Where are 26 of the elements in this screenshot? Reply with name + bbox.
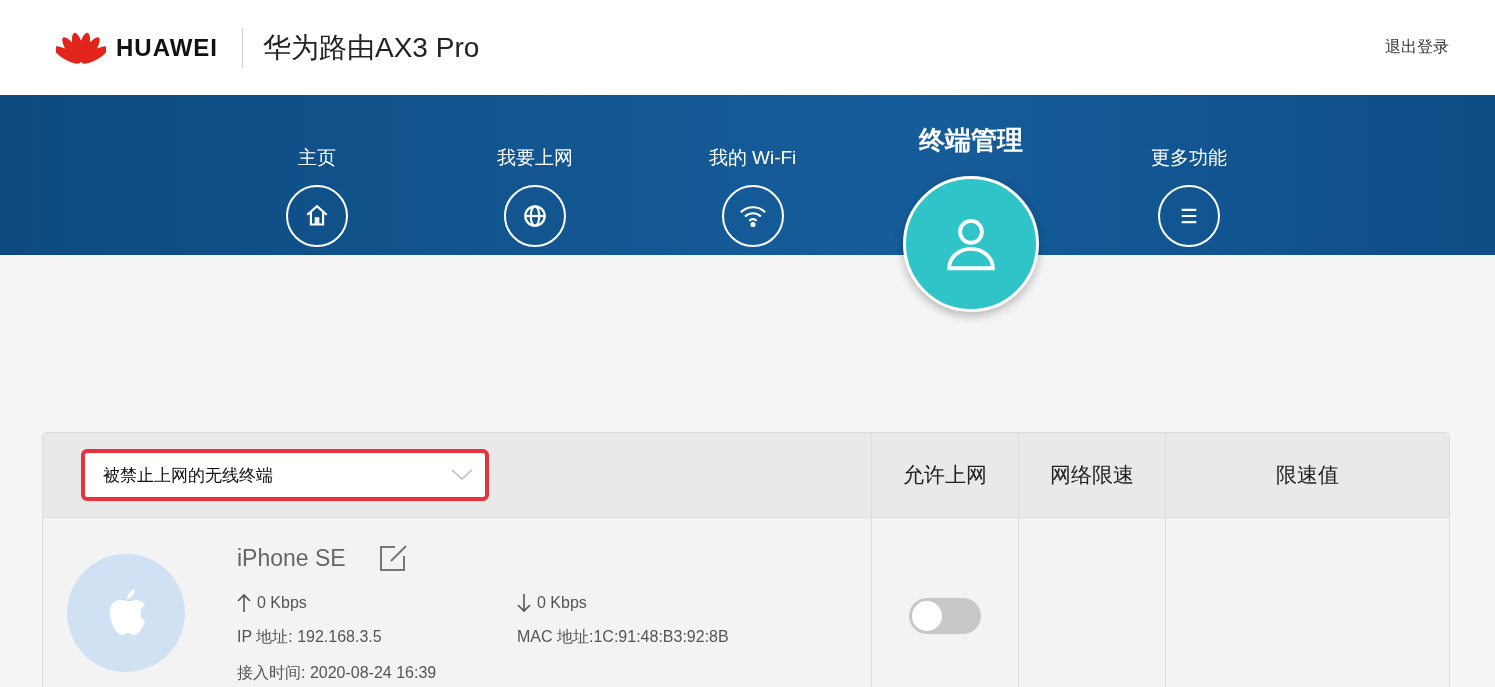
nav-tab[interactable]: 主页 bbox=[297, 145, 336, 171]
connect-time: 接入时间: 2020-08-24 16:39 bbox=[237, 662, 438, 683]
column-header: 网络限速 bbox=[1018, 433, 1165, 518]
down-arrow-icon bbox=[517, 592, 531, 613]
logout-link[interactable]: 退出登录 bbox=[1385, 37, 1449, 58]
nav-tab[interactable]: 终端管理 bbox=[918, 123, 1023, 158]
device-name: iPhone SE bbox=[237, 544, 346, 572]
mac-address: MAC 地址:1C:91:48:B3:92:8B bbox=[517, 627, 729, 648]
column-header: 限速值 bbox=[1165, 433, 1449, 518]
chevron-icon bbox=[451, 469, 473, 481]
up-arrow-icon bbox=[237, 592, 251, 613]
allow-toggle[interactable] bbox=[909, 598, 981, 634]
nav-button[interactable] bbox=[503, 185, 566, 247]
nav-tab[interactable]: 我的 Wi-Fi bbox=[708, 145, 797, 171]
nav-button[interactable] bbox=[285, 185, 348, 247]
product-title: 华为路由AX3 Pro bbox=[263, 30, 480, 65]
nav-button[interactable] bbox=[1157, 185, 1220, 247]
filter-dropdown[interactable]: 被禁止上网的无线终端 bbox=[81, 449, 489, 501]
download-speed: 0 Kbps bbox=[517, 588, 729, 617]
nav-tab[interactable]: 我要上网 bbox=[496, 145, 573, 171]
upload-speed: 0 Kbps bbox=[237, 588, 517, 617]
column-header: 允许上网 bbox=[871, 433, 1018, 518]
brand-name: HUAWEI bbox=[116, 33, 218, 62]
nav-tab[interactable]: 更多功能 bbox=[1150, 145, 1227, 171]
ip-address: IP 地址: 192.168.3.5 bbox=[237, 627, 383, 648]
nav-button[interactable] bbox=[721, 185, 784, 247]
